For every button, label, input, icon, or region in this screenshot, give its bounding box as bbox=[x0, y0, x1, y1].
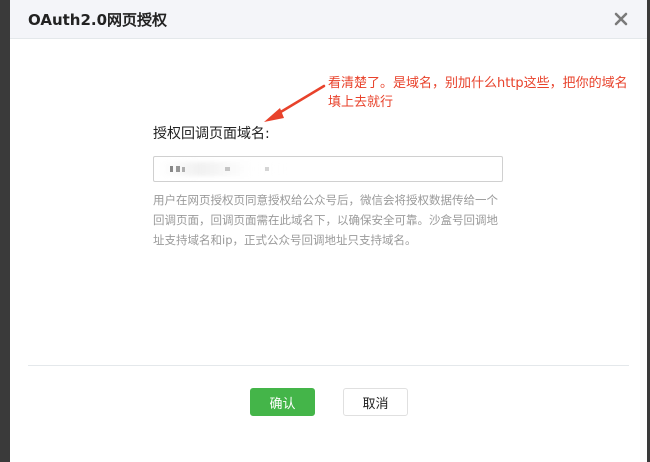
close-icon[interactable] bbox=[611, 9, 631, 29]
annotation-arrow bbox=[264, 84, 326, 122]
annotation-line-1: 看清楚了。是域名，别加什么http这些，把你的域名 bbox=[328, 76, 628, 91]
window-frame: OAuth2.0网页授权 看清楚了。是域名，别加什么http这些，把你的域名 填… bbox=[0, 0, 650, 462]
annotation-line-2: 填上去就行 bbox=[328, 95, 394, 110]
annotation-note: 看清楚了。是域名，别加什么http这些，把你的域名 填上去就行 bbox=[328, 74, 647, 112]
dialog-header: OAuth2.0网页授权 bbox=[10, 0, 647, 39]
domain-field-label: 授权回调页面域名: bbox=[153, 126, 270, 142]
cancel-button[interactable]: 取消 bbox=[343, 388, 408, 416]
domain-help-text: 用户在网页授权页同意授权给公众号后，微信会将授权数据传给一个回调页面，回调页面需… bbox=[153, 193, 498, 247]
background-edge-left bbox=[0, 0, 10, 462]
dialog-title: OAuth2.0网页授权 bbox=[28, 11, 168, 29]
domain-input[interactable] bbox=[153, 156, 503, 182]
footer-divider bbox=[28, 365, 629, 366]
confirm-button[interactable]: 确认 bbox=[250, 388, 315, 416]
oauth-dialog: OAuth2.0网页授权 看清楚了。是域名，别加什么http这些，把你的域名 填… bbox=[10, 0, 647, 462]
